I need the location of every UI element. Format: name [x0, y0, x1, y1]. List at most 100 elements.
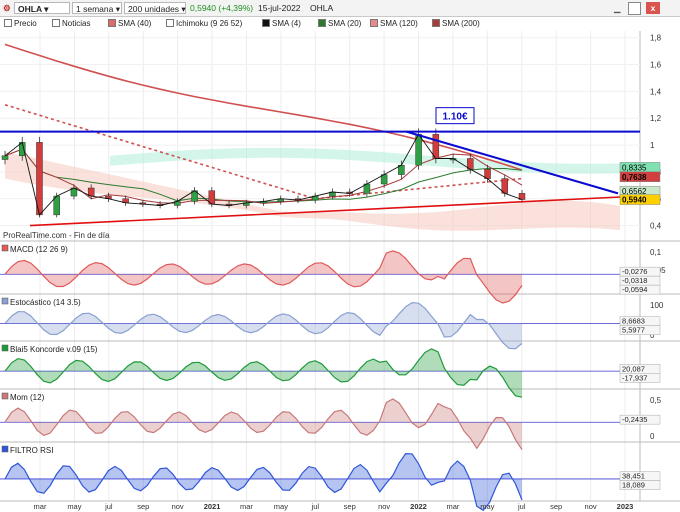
time-axis-label: sep	[550, 502, 562, 511]
legend-item[interactable]: SMA (4)	[262, 19, 301, 29]
time-axis-label: mar	[240, 502, 253, 511]
time-axis-label: 2022	[410, 502, 427, 511]
price-tick-label: 1,4	[650, 87, 662, 96]
time-axis-label: nov	[585, 502, 597, 511]
source-text: ProRealTime.com - Fin de día	[3, 231, 110, 240]
timeframe-selector[interactable]: 1 semana ▾	[72, 2, 122, 14]
toolbar: ⚙ OHLA ▾ 1 semana ▾ 200 unidades ▾ 0,594…	[0, 0, 680, 17]
indicator-panel: Blai5 Koncorde v.09 (15)020,087-17,937	[0, 344, 680, 398]
legend-label: SMA (4)	[272, 19, 301, 28]
legend-label: Ichimoku (9 26 52)	[176, 19, 243, 28]
annotation-text: 1.10€	[442, 112, 467, 123]
panel-title-swatch	[1, 344, 9, 352]
legend-swatch	[370, 19, 378, 27]
legend-item[interactable]: SMA (120)	[370, 19, 418, 29]
panel-title: FILTRO RSI	[10, 446, 53, 455]
legend-swatch	[166, 19, 174, 27]
price-badge: 0,8335	[619, 162, 661, 173]
settings-icon[interactable]: ⚙	[3, 2, 11, 14]
ichimoku-cloud-green	[110, 147, 620, 174]
time-axis-label: jul	[104, 502, 113, 511]
price-change: 0,5940 (+4,39%)	[190, 3, 254, 13]
legend-label: Noticias	[62, 19, 91, 28]
close-icon[interactable]: x	[646, 2, 660, 14]
legend-item[interactable]: Ichimoku (9 26 52)	[166, 19, 242, 29]
time-axis-label: may	[67, 502, 81, 511]
panel-badge-text: 38,451	[622, 472, 645, 481]
price-tick-label: 1,2	[650, 114, 662, 123]
maximize-icon[interactable]	[628, 2, 641, 15]
panel-tick-label: 0,5	[650, 396, 662, 405]
legend-swatch	[318, 19, 326, 27]
legend-label: Precio	[14, 19, 37, 28]
legend-swatch	[432, 19, 440, 27]
panel-title: Blai5 Koncorde v.09 (15)	[10, 345, 98, 354]
chart-area: 1.10€ ProRealTime.com - Fin de día MACD (…	[0, 31, 680, 512]
time-axis-label: nov	[172, 502, 184, 511]
time-axis-label: mar	[34, 502, 47, 511]
panel-badge-text: -0,0276	[622, 267, 647, 276]
minimize-icon[interactable]: ▁	[614, 2, 621, 14]
price-tick-label: 1,6	[650, 61, 662, 70]
panel-badge-text: 20,087	[622, 364, 645, 373]
candle-body	[1, 155, 9, 160]
legend-item[interactable]: Noticias	[52, 19, 90, 29]
panel-title: MACD (12 26 9)	[10, 245, 68, 254]
panel-tick-label: 0,1	[650, 248, 662, 257]
legend-swatch	[108, 19, 116, 27]
date-text: 15-jul-2022	[258, 3, 301, 13]
symbol-label: OHLA	[310, 3, 334, 13]
panel-tick-label: 0	[650, 432, 655, 441]
panel-title-swatch	[1, 445, 9, 453]
legend-item[interactable]: Precio	[4, 19, 37, 29]
time-axis-label: sep	[344, 502, 356, 511]
panel-badge-text: 8,6683	[622, 317, 645, 326]
panel-badge-text: -0,0594	[622, 285, 647, 294]
price-tick-label: 1	[650, 141, 655, 150]
panel-badge-text: 18,089	[622, 481, 645, 490]
indicator-panel: Estocástico (14 3.5)1005008,66835,5977	[0, 297, 680, 350]
units-text: 200 unidades	[128, 4, 180, 14]
panel-area	[5, 250, 522, 303]
panel-title-swatch	[1, 244, 9, 252]
time-axis-label: 2023	[617, 502, 634, 511]
legend-label: SMA (200)	[442, 19, 480, 28]
panel-title-swatch	[1, 392, 9, 400]
legend-swatch	[52, 19, 60, 27]
legend-item[interactable]: SMA (20)	[318, 19, 361, 29]
panel-line	[4, 348, 523, 398]
indicator-panel: MACD (12 26 9)0,10,050-0,0276-0,0318-0,0…	[0, 244, 680, 304]
time-axis-label: 2021	[204, 502, 221, 511]
panel-badge-text: 5,5977	[622, 326, 645, 335]
panel-area	[5, 302, 522, 349]
indicator-legend: Precio Noticias SMA (40) Ichimoku (9 26 52)…	[0, 17, 680, 31]
price-badge-text: 0,7638	[622, 173, 647, 182]
indicator-panels: MACD (12 26 9)0,10,050-0,0276-0,0318-0,0…	[0, 244, 680, 512]
price-tick-label: 1,8	[650, 34, 662, 43]
legend-swatch	[4, 19, 12, 27]
panel-badge-text: -17,937	[622, 373, 647, 382]
indicator-panel: FILTRO RSI5038,45118,089	[0, 445, 680, 512]
panel-title-swatch	[1, 297, 9, 305]
panel-badge-text: -0,2435	[622, 415, 647, 424]
price-panel: 1.10€ ProRealTime.com - Fin de día	[0, 43, 680, 242]
panel-badge-text: -0,0318	[622, 276, 647, 285]
timeframe-text: 1 semana	[76, 4, 114, 14]
legend-swatch	[262, 19, 270, 27]
panel-title: Estocástico (14 3.5)	[10, 298, 81, 307]
panel-area	[5, 348, 522, 398]
time-axis-label: may	[274, 502, 288, 511]
indicator-panel: Mom (12) 0,5 0-0,2435	[0, 392, 680, 451]
price-badge-text: 0,8335	[622, 163, 647, 172]
time-axis: mar may jul sep nov 2021 mar may jul sep nov 2022 ma…	[34, 502, 634, 511]
units-selector[interactable]: 200 unidades ▾	[124, 2, 186, 14]
symbol-selector[interactable]: OHLA ▾	[14, 2, 70, 14]
time-axis-label: jul	[517, 502, 526, 511]
legend-item[interactable]: SMA (40)	[108, 19, 151, 29]
legend-label: SMA (40)	[118, 19, 152, 28]
price-badge: 0,5940	[619, 194, 661, 205]
legend-item[interactable]: SMA (200)	[432, 19, 480, 29]
time-axis-label: may	[480, 502, 494, 511]
symbol-text: OHLA	[18, 4, 42, 14]
panel-tick-label: 100	[650, 301, 664, 310]
